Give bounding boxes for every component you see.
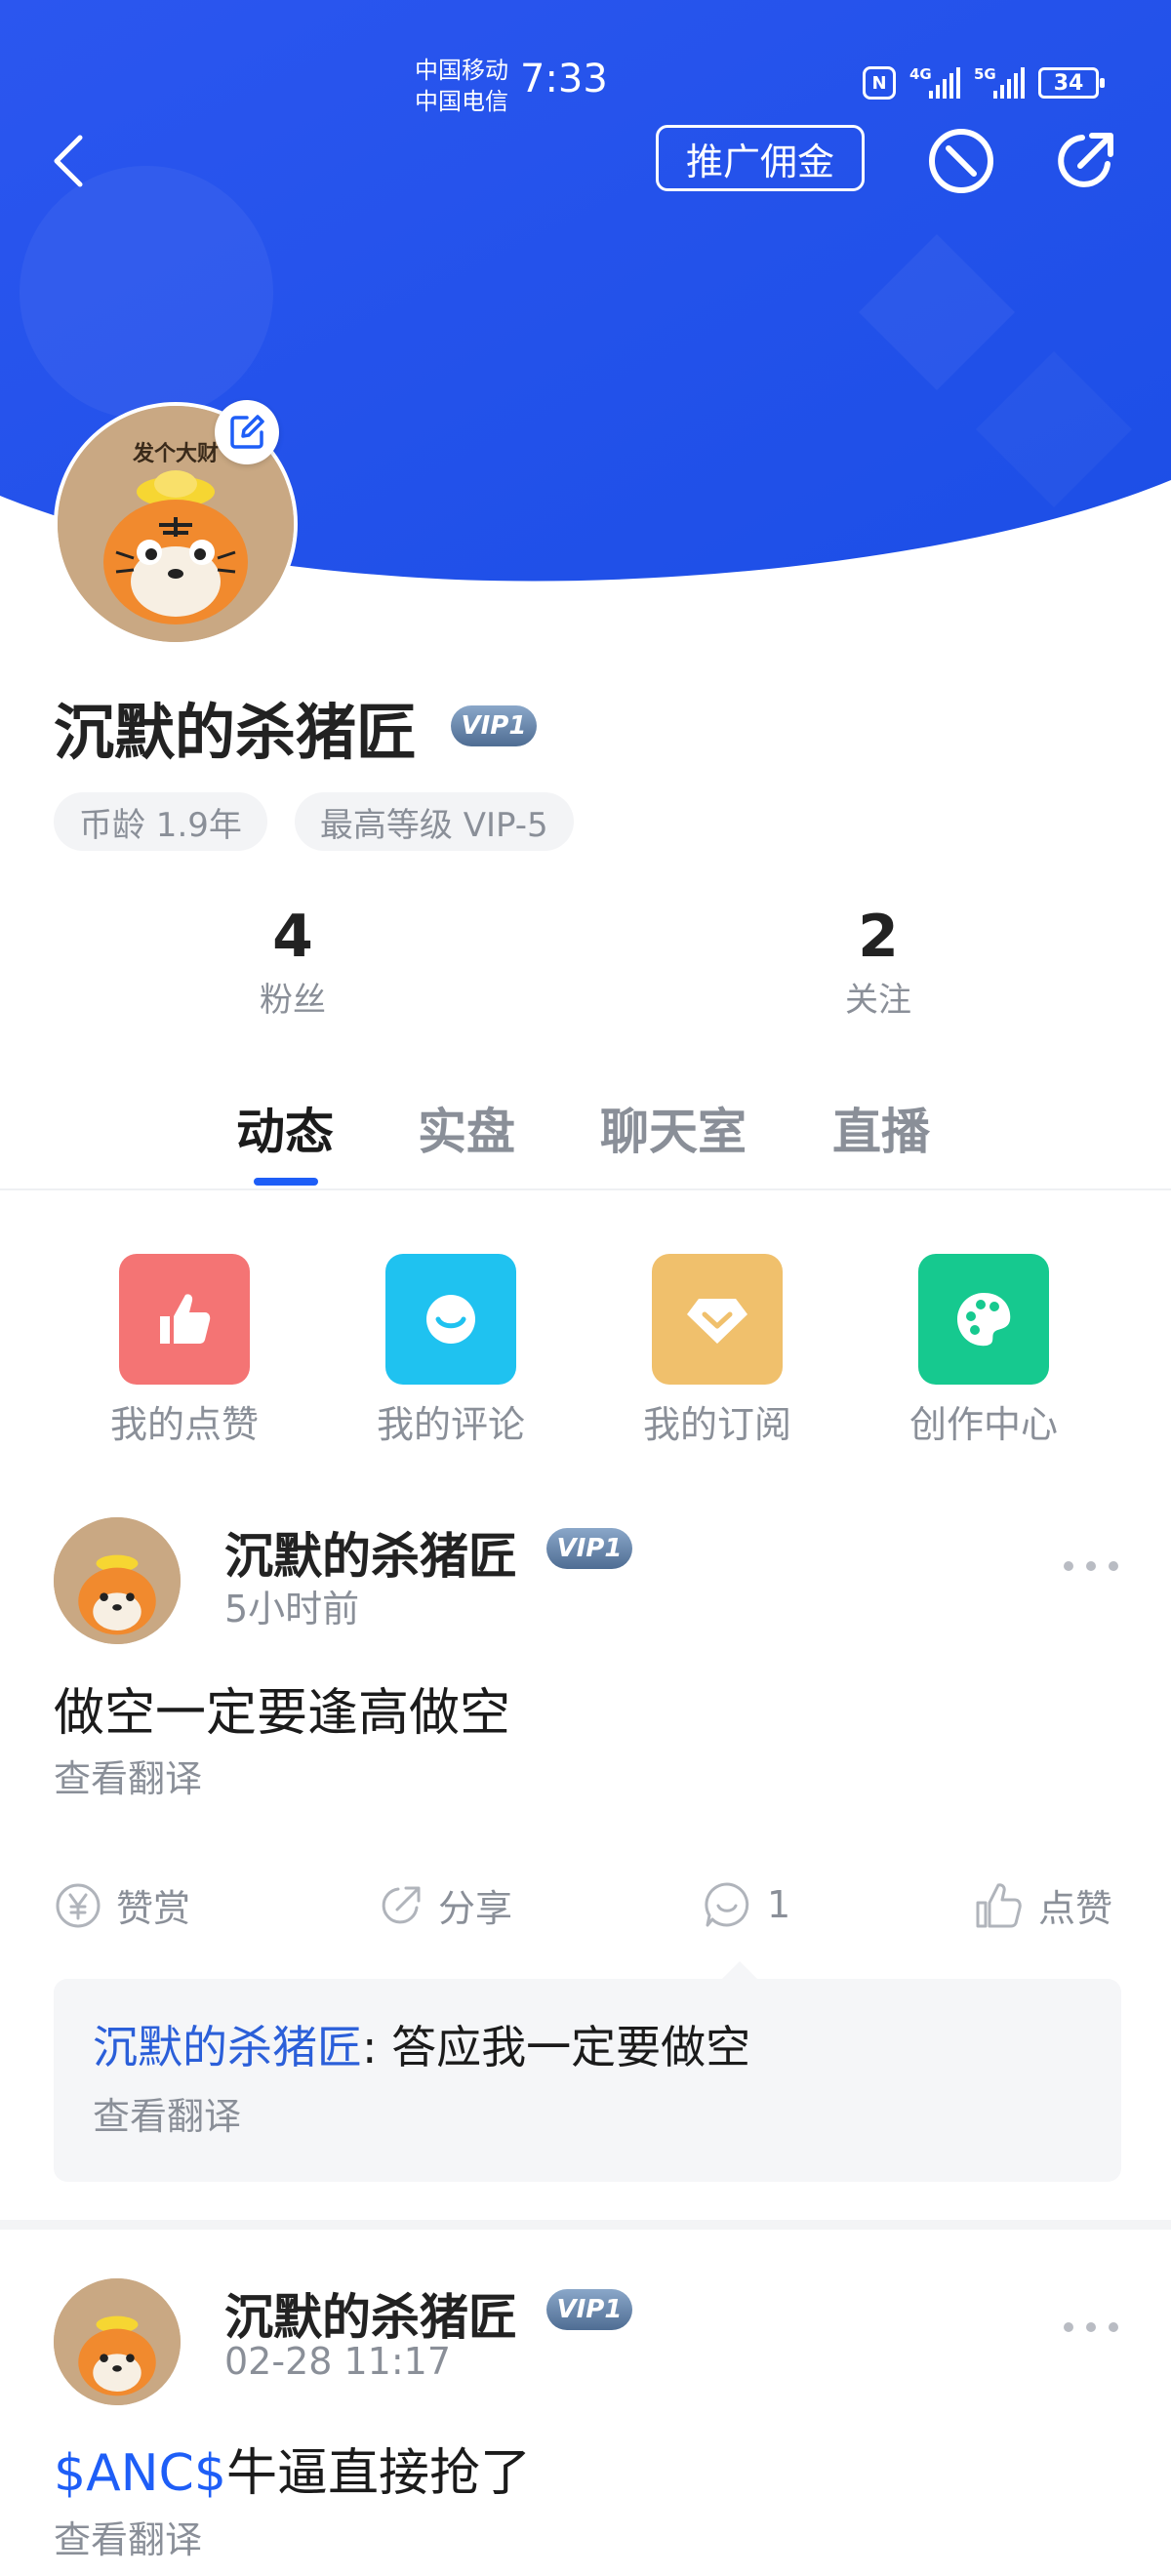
active-tab-indicator [254, 1178, 318, 1186]
post-body: 牛逼直接抢了 [225, 2444, 531, 2503]
followers-count: 4 [272, 903, 313, 971]
followers-label: 粉丝 [260, 981, 326, 1020]
my-subscriptions-button[interactable]: 我的订阅 [629, 1254, 805, 1448]
following-stat[interactable]: 2 关注 [781, 903, 976, 1021]
tab-chatroom[interactable]: 聊天室 [600, 1093, 747, 1163]
share-icon [1058, 133, 1113, 187]
coin-age-chip: 币龄 1.9年 [54, 792, 267, 851]
carrier-1: 中国移动 [415, 57, 508, 84]
thumbs-up-icon [119, 1254, 250, 1385]
carrier-2: 中国电信 [415, 88, 508, 115]
post-text: $ANC$牛逼直接抢了 [54, 2432, 531, 2505]
tab-live-trading[interactable]: 实盘 [418, 1093, 515, 1163]
vip-badge: VIP1 [546, 1528, 632, 1569]
ticker-link[interactable]: $ANC$ [54, 2444, 226, 2503]
post-text: 做空一定要逢高做空 [54, 1684, 511, 1743]
reward-label: 赞赏 [116, 1887, 191, 1930]
diamond-icon [652, 1254, 783, 1385]
post-author[interactable]: 沉默的杀猪匠 [224, 1517, 517, 1588]
reward-button[interactable]: 赞赏 [54, 1878, 190, 1932]
more-options-button[interactable] [1064, 1551, 1118, 1581]
tab-feed[interactable]: 动态 [236, 1093, 334, 1163]
edit-icon [230, 415, 264, 449]
comment-count: 1 [767, 1883, 791, 1926]
my-likes-label: 我的点赞 [109, 1403, 259, 1446]
comment-icon [705, 1882, 749, 1927]
comment-separator: : [362, 2021, 392, 2073]
comment-text: 答应我一定要做空 [391, 2021, 751, 2073]
share-label: 分享 [438, 1887, 513, 1930]
nfc-icon: N [863, 66, 896, 100]
view-translation-link[interactable]: 查看翻译 [93, 2086, 241, 2140]
vip-badge: VIP1 [546, 2289, 632, 2330]
share-icon [382, 1886, 421, 1923]
tiger-avatar-image [54, 1517, 181, 1644]
block-icon [929, 129, 993, 193]
status-bar: 中国移动 中国电信 7:33 N 4G 5G 34 [0, 49, 1171, 127]
battery-icon: 34 [1038, 67, 1105, 99]
comment-icon [385, 1254, 516, 1385]
like-button[interactable]: 点赞 [972, 1878, 1112, 1932]
comment-author[interactable]: 沉默的杀猪匠 [93, 2021, 362, 2073]
tiger-avatar-image [54, 2278, 181, 2405]
my-likes-button[interactable]: 我的点赞 [97, 1254, 272, 1448]
post-time: 02-28 11:17 [224, 2340, 452, 2383]
max-level-chip: 最高等级 VIP-5 [294, 792, 574, 851]
post-time: 5小时前 [224, 1588, 360, 1630]
comment-line: 沉默的杀猪匠: 答应我一定要做空 [93, 2012, 750, 2076]
comment-preview[interactable]: 沉默的杀猪匠: 答应我一定要做空 查看翻译 [54, 1961, 1121, 2182]
share-button[interactable] [1049, 125, 1121, 197]
view-translation-link[interactable]: 查看翻译 [54, 2510, 202, 2563]
clock: 7:33 [520, 57, 608, 101]
promo-commission-button[interactable]: 推广佣金 [656, 125, 865, 191]
comment-button[interactable]: 1 [701, 1878, 790, 1931]
my-comments-label: 我的评论 [376, 1403, 525, 1446]
comment-pointer [722, 1961, 757, 1979]
chevron-left-icon [54, 135, 83, 187]
post-author[interactable]: 沉默的杀猪匠 [224, 2278, 517, 2349]
more-options-button[interactable] [1064, 2313, 1118, 2342]
view-translation-link[interactable]: 查看翻译 [54, 1749, 202, 1802]
my-comments-button[interactable]: 我的评论 [363, 1254, 539, 1448]
thumbs-up-icon [976, 1882, 1022, 1927]
avatar[interactable] [54, 1517, 181, 1644]
yen-icon [56, 1883, 101, 1927]
carrier-labels: 中国移动 中国电信 [415, 55, 508, 117]
tab-livestream[interactable]: 直播 [832, 1093, 930, 1163]
profile-chips: 币龄 1.9年 最高等级 VIP-5 [54, 792, 574, 851]
signal-5g-icon: 5G [974, 65, 1025, 99]
creator-center-button[interactable]: 创作中心 [896, 1254, 1071, 1448]
post-divider [0, 2220, 1171, 2230]
following-label: 关注 [845, 981, 911, 1020]
avatar-caption: 发个大财 [132, 441, 219, 466]
like-label: 点赞 [1038, 1887, 1113, 1930]
vip-badge: VIP1 [451, 705, 537, 746]
avatar[interactable] [54, 2278, 181, 2405]
followers-stat[interactable]: 4 粉丝 [195, 903, 390, 1021]
palette-icon [918, 1254, 1049, 1385]
profile-name: 沉默的杀猪匠 [54, 697, 418, 768]
profile-tabs: 动态 实盘 聊天室 直播 [0, 1083, 1171, 1190]
status-icons: N 4G 5G 34 [863, 65, 1105, 100]
edit-profile-button[interactable] [215, 400, 279, 464]
creator-center-label: 创作中心 [909, 1403, 1058, 1446]
following-count: 2 [858, 903, 899, 971]
signal-4g-icon: 4G [909, 65, 960, 99]
share-post-button[interactable]: 分享 [376, 1878, 512, 1932]
block-button[interactable] [925, 125, 997, 197]
my-subscriptions-label: 我的订阅 [642, 1403, 791, 1446]
back-button[interactable] [39, 122, 98, 200]
